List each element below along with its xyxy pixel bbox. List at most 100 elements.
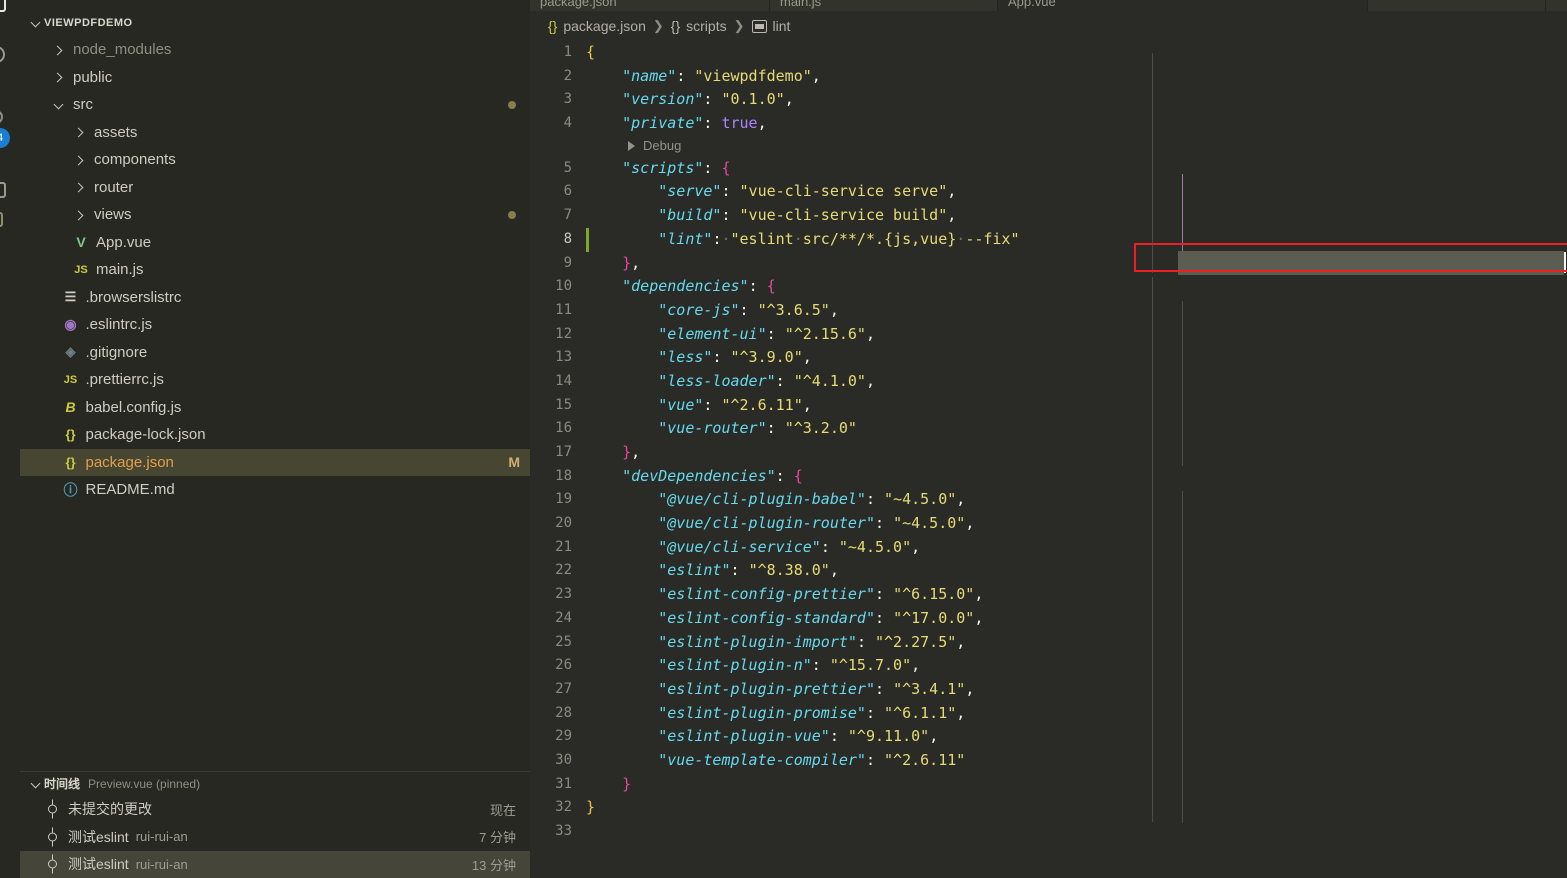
line-number: 27 <box>555 680 572 697</box>
code-token: "@vue/cli-service" <box>658 537 821 556</box>
tree-file-package-json[interactable]: {} package.json M <box>20 448 530 476</box>
breadcrumb-item[interactable]: lint <box>751 18 790 34</box>
text-cursor <box>1564 252 1566 273</box>
code-token: "build" <box>658 206 722 225</box>
code-token: } <box>622 774 632 793</box>
extensions-icon[interactable] <box>0 212 3 227</box>
code-token: "~4.5.0" <box>884 490 957 509</box>
tree-file-package-lock-json[interactable]: {} package-lock.json <box>20 421 530 449</box>
code-line: 19 "@vue/cli-plugin-babel": "~4.5.0", <box>530 488 1567 512</box>
line-number: 6 <box>563 183 572 200</box>
tree-file--browserslistrc[interactable]: ☰ .browserslistrc <box>20 284 530 312</box>
timeline-item[interactable]: 未提交的更改 现在 <box>20 796 530 824</box>
activity-bar: 4 <box>0 0 20 878</box>
editor-tab[interactable] <box>1368 0 1546 11</box>
editor-tab-label: package.json <box>540 0 617 9</box>
timeline-item-time: 现在 <box>489 802 516 818</box>
code-line-text: "vue": "^2.6.11", <box>586 394 812 418</box>
chevron-right-icon[interactable] <box>51 69 67 85</box>
line-number: 9 <box>563 254 572 271</box>
editor-group: package.json main.js App.vue {} package.jso… <box>530 0 1567 878</box>
explorer-sidebar: VIEWPDFDEMO node_modules public src assets c… <box>20 0 530 878</box>
code-token: "element-ui" <box>658 324 767 343</box>
tree-file--prettierrc-js[interactable]: JS .prettierrc.js <box>20 366 530 394</box>
tree-file-main-js[interactable]: JS main.js <box>20 256 530 284</box>
breadcrumb-item[interactable]: {} scripts <box>671 18 727 34</box>
code-token: : <box>875 514 894 533</box>
editor-tab[interactable] <box>1546 0 1567 11</box>
search-icon[interactable] <box>0 46 5 63</box>
timeline-item[interactable]: 测试eslint rui-rui-an 7 分钟 <box>20 823 530 851</box>
line-number: 21 <box>555 538 572 555</box>
tree-file-readme-md[interactable]: ⓘ README.md <box>20 476 530 504</box>
chevron-right-icon[interactable] <box>51 42 67 58</box>
timeline-subtitle: Preview.vue (pinned) <box>88 776 201 791</box>
config-list-icon: ☰ <box>64 289 77 305</box>
editor-code-area[interactable]: 1{2 "name": "viewpdfdemo", 3 "version": "… <box>530 41 1567 878</box>
tree-file-app-vue[interactable]: V App.vue <box>20 229 530 257</box>
code-line-text: "devDependencies": { <box>586 465 803 489</box>
code-token: , <box>965 514 975 533</box>
tree-folder-components[interactable]: components <box>20 146 530 174</box>
code-token: "dependencies" <box>622 277 749 296</box>
chevron-right-icon[interactable] <box>72 124 88 140</box>
chevron-right-icon[interactable] <box>72 179 88 195</box>
code-line: 4 "private": true, <box>530 112 1567 136</box>
tree-folder-views[interactable]: views <box>20 201 530 229</box>
code-token: "eslint-plugin-n" <box>658 656 812 675</box>
folder-modified-dot <box>508 100 516 109</box>
code-token: "private" <box>622 114 704 133</box>
code-line-text: "@vue/cli-service": "~4.5.0", <box>586 536 920 560</box>
tree-folder-src[interactable]: src <box>20 91 530 119</box>
tree-file--eslintrc-js[interactable]: ◉ .eslintrc.js <box>20 311 530 339</box>
folder-modified-dot <box>508 210 516 219</box>
tree-folder-public[interactable]: public <box>20 64 530 92</box>
code-line: 23 "eslint-config-prettier": "^6.15.0", <box>530 583 1567 607</box>
code-token: "0.1.0" <box>721 90 785 109</box>
code-token: : <box>712 348 731 367</box>
tree-file--gitignore[interactable]: ◈ .gitignore <box>20 339 530 367</box>
code-token: "serve" <box>658 182 722 201</box>
json-file-icon: {} <box>548 18 558 34</box>
timeline-header[interactable]: 时间线 Preview.vue (pinned) <box>20 772 530 796</box>
tree-file-babel-config-js[interactable]: Bbabel.config.js <box>20 394 530 422</box>
tree-folder-node-modules[interactable]: node_modules <box>20 36 530 64</box>
json-file-icon: {} <box>65 427 76 443</box>
run-debug-icon[interactable] <box>0 182 6 198</box>
tree-item-label: README.md <box>85 481 175 499</box>
chevron-down-icon[interactable] <box>51 97 67 113</box>
editor-tab[interactable]: package.json <box>530 0 770 11</box>
tree-folder-router[interactable]: router <box>20 174 530 202</box>
explorer-icon[interactable] <box>0 0 6 12</box>
editor-tab[interactable]: main.js <box>770 0 998 11</box>
timeline-item[interactable]: 测试eslint rui-rui-an 13 分钟 <box>20 850 530 878</box>
code-token: : <box>875 608 894 627</box>
chevron-right-icon[interactable] <box>72 152 88 168</box>
code-line-text: "lint":·"eslint·src/**/*.{js,vue}·--fix" <box>586 228 1019 252</box>
code-line: 5 "scripts": { <box>530 157 1567 181</box>
chevron-right-icon[interactable] <box>72 207 88 223</box>
code-line: 24 "eslint-config-standard": "^17.0.0", <box>530 607 1567 631</box>
source-control-icon[interactable] <box>0 110 3 124</box>
codelens-debug[interactable]: Debug <box>530 136 1567 157</box>
indent-guide <box>1152 277 1153 822</box>
timeline-node-icon <box>48 827 57 847</box>
code-token: "vue-template-compiler" <box>658 750 866 769</box>
code-line: 20 "@vue/cli-plugin-router": "~4.5.0", <box>530 512 1567 536</box>
explorer-root-folder[interactable]: VIEWPDFDEMO <box>20 12 530 34</box>
code-line: 16 "vue-router": "^3.2.0" <box>530 417 1567 441</box>
editor-tab[interactable]: App.vue <box>998 0 1368 11</box>
source-control-badge: 4 <box>0 128 10 148</box>
code-token: , <box>631 253 641 272</box>
code-token: "vue-cli-service serve" <box>739 182 948 201</box>
line-number: 15 <box>555 396 572 413</box>
code-line-text: { <box>586 41 595 65</box>
code-token: "^2.6.11" <box>884 750 966 769</box>
tree-folder-assets[interactable]: assets <box>20 119 530 147</box>
chevron-right-icon: ❯ <box>733 18 745 33</box>
line-number: 7 <box>563 207 572 224</box>
code-line: 10 "dependencies": { <box>530 275 1567 299</box>
code-line: 3 "version": "0.1.0", <box>530 88 1567 112</box>
breadcrumb-item[interactable]: {} package.json <box>548 18 646 34</box>
code-token: "^2.15.6" <box>784 324 866 343</box>
